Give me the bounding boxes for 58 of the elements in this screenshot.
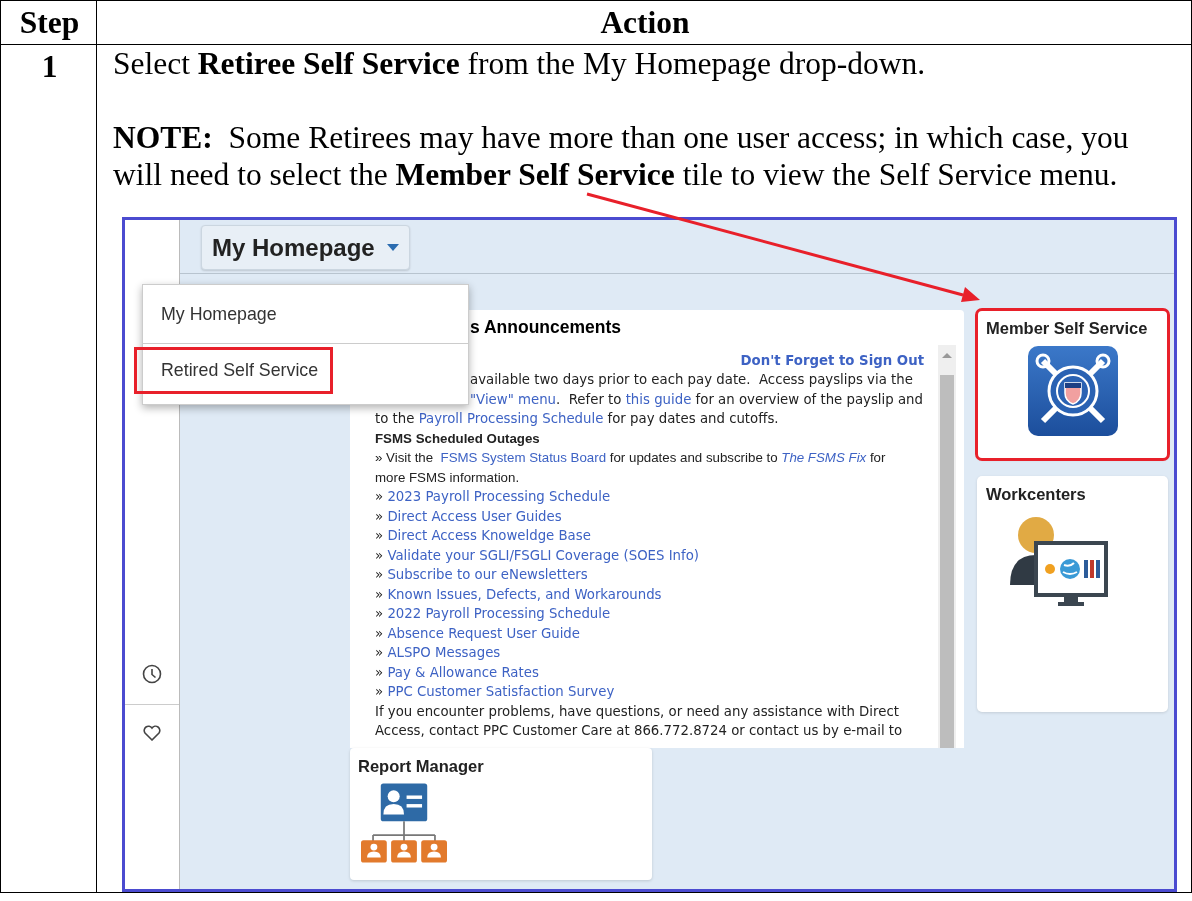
announcement-line: » PPC Customer Satisfaction Survey — [375, 683, 616, 702]
announcement-line: » 2023 Payroll Processing Schedule — [375, 488, 612, 507]
link[interactable]: 2023 Payroll Processing Schedule — [387, 489, 611, 505]
announcement-line: FSMS Scheduled Outages — [375, 429, 541, 448]
menu-item[interactable]: My Homepage — [143, 297, 468, 333]
link[interactable]: FSMS System Status Board — [440, 450, 607, 466]
announcement-line: » Visit the FSMS System Status Board for updates and subscribe to The FSMS Fix for — [375, 449, 887, 468]
announcement-line: » Pay & Allowance Rates — [375, 663, 540, 682]
link[interactable]: "View" menu — [470, 391, 556, 407]
clock-icon — [142, 664, 162, 684]
announcement-line: » Absence Request User Guide — [375, 624, 581, 643]
link[interactable]: 2022 Payroll Processing Schedule — [387, 606, 611, 622]
tile-title: Workcenters — [986, 484, 1087, 505]
tile-title: Report Manager — [358, 756, 485, 777]
announcement-line: » Direct Access Knoweldge Base — [375, 527, 592, 546]
caret-icon — [386, 244, 399, 252]
org-chart-icon — [361, 783, 447, 864]
announcement-line: » 2022 Payroll Processing Schedule — [375, 605, 612, 624]
link[interactable]: ALSPO Messages — [387, 645, 501, 661]
announcement-line: » Known Issues, Defects, and Workarounds — [375, 585, 663, 604]
report-manager-tile[interactable]: Report Manager — [350, 748, 652, 880]
link[interactable]: Direct Access User Guides — [387, 508, 562, 524]
announcement-line: If you encounter problems, have questions, or need any assistance with Direct — [375, 702, 900, 721]
announcement-line: Access, contact PPC Customer Care at 866.772.8724 or contact us by e-mail to — [375, 722, 904, 741]
link[interactable]: Don't Forget to Sign Out — [740, 352, 924, 368]
tile-title: Member Self Service — [986, 318, 1149, 339]
app-tile[interactable]: Workcenters — [977, 476, 1168, 712]
announcement-line: » Validate your SGLI/FSGLI Coverage (SOES Info) — [375, 546, 701, 565]
column-header: Step — [0, 0, 97, 45]
column-header: Action — [96, 0, 1192, 45]
menu-item[interactable]: Retired Self Service — [134, 347, 333, 394]
announcement-line: "View" menu. Refer to this guide for an overview of the payslip and — [470, 390, 924, 409]
note-text: NOTE: Some Retirees may have more than one user access; in which case, you will need to select the Member Self Service tile to view the Self Service menu. — [113, 119, 1130, 193]
step-number: 1 — [41, 49, 58, 84]
announcement-line: to the Payroll Processing Schedule for pay dates and cutoffs. — [375, 410, 780, 429]
app-tile[interactable]: Member Self Service — [977, 310, 1168, 459]
homepage-dropdown-button[interactable]: My Homepage — [201, 225, 410, 271]
announcement-line: more FSMS information. — [375, 468, 521, 487]
link[interactable]: Direct Access Knoweldge Base — [387, 528, 591, 544]
scrollbar-thumb[interactable] — [940, 375, 954, 748]
link[interactable]: Absence Request User Guide — [387, 625, 580, 641]
instruction-text: Select Retiree Self Service from the My Homepage drop-down. — [113, 45, 927, 82]
link[interactable]: PPC Customer Satisfaction Survey — [387, 684, 615, 700]
link[interactable]: Subscribe to our eNewsletters — [387, 567, 588, 583]
link[interactable]: Validate your SGLI/FSGLI Coverage (SOES Info) — [387, 547, 700, 563]
link[interactable]: Known Issues, Defects, and Workarounds — [387, 586, 662, 602]
scroll-up-icon — [941, 351, 953, 359]
announcement-line: » Direct Access User Guides — [375, 507, 563, 526]
link[interactable]: The FSMS Fix — [781, 450, 867, 466]
announcement-line: » Subscribe to our eNewsletters — [375, 566, 589, 585]
link[interactable]: this guide — [625, 391, 692, 407]
link[interactable]: Pay & Allowance Rates — [387, 664, 539, 680]
heart-icon — [142, 723, 162, 741]
emblem-icon — [1026, 345, 1119, 438]
link[interactable]: Payroll Processing Schedule — [418, 411, 604, 427]
announcement-line: available two days prior to each pay date. Access payslips via the — [470, 371, 914, 390]
card-title: s Announcements — [470, 316, 623, 339]
announcement-line: » ALSPO Messages — [375, 644, 502, 663]
